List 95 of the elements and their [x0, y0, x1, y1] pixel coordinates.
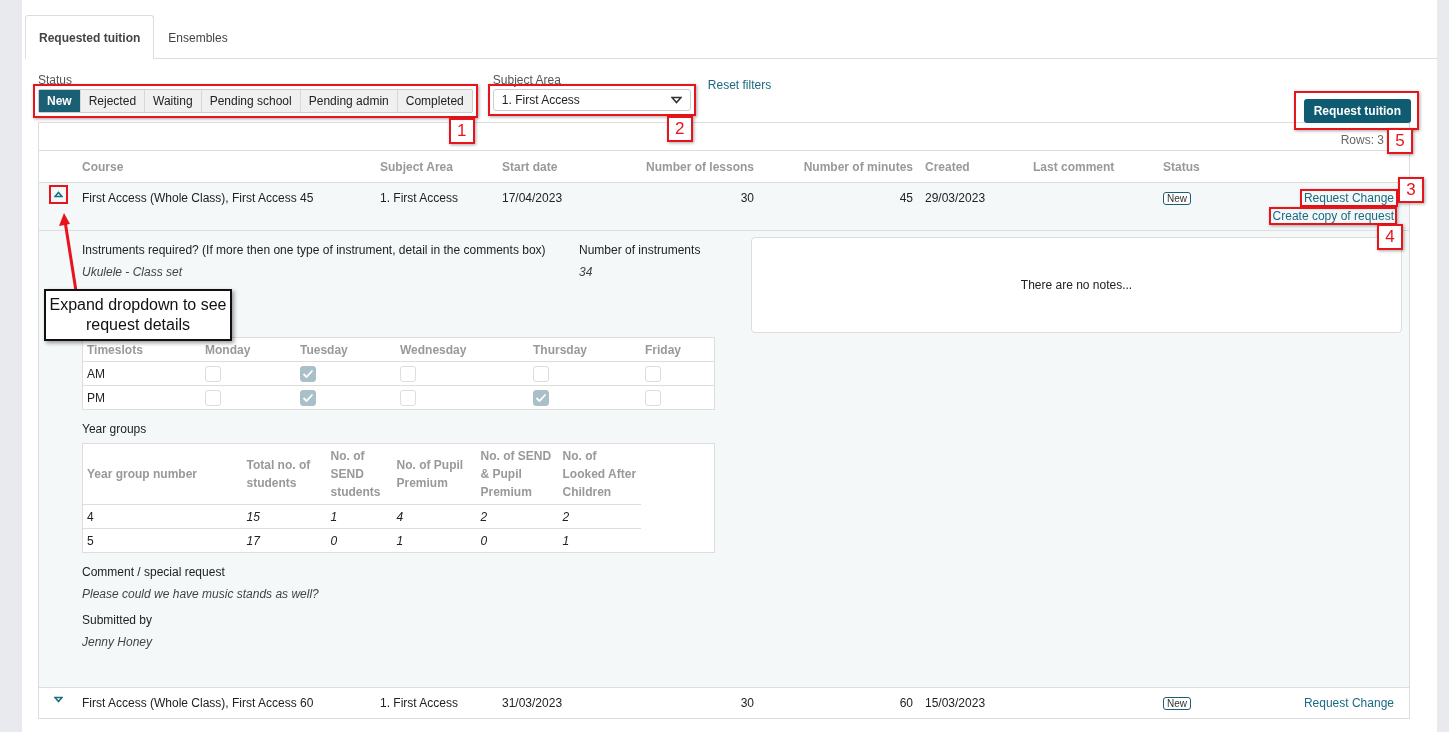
status-filter-button[interactable]: Rejected [79, 90, 145, 112]
row-action-link[interactable]: Request Change [1303, 191, 1394, 205]
annotation-number: 3 [1398, 177, 1424, 203]
table-cell: 4 [396, 509, 404, 524]
column-header: Tuesday [296, 337, 396, 362]
checkmark-icon [302, 392, 314, 403]
column-header: Friday [641, 337, 715, 362]
table-cell: 5 [87, 533, 94, 548]
row-count: Rows: 3 [1340, 133, 1384, 147]
column-header: Subject Area [379, 159, 454, 174]
row-action-link[interactable]: Request Change [1303, 696, 1394, 710]
column-header: No. of Looked After Children [558, 443, 641, 505]
filter-label: Subject Area [492, 73, 562, 87]
table-cell: 2 [480, 509, 488, 524]
table-cell-text: 30 [739, 191, 755, 205]
table-cell: AM [87, 366, 105, 381]
column-header: Total no. of students [242, 443, 327, 505]
table-cell: 17 [246, 533, 260, 548]
filter-label: Status [38, 73, 74, 87]
table-cell: 1 [562, 533, 570, 548]
table-cell-text: First Access (Whole Class), First Access 45 [81, 191, 315, 205]
annotation-number: 2 [666, 116, 693, 142]
column-header: Thursday [529, 337, 641, 362]
tab[interactable]: Ensembles [154, 15, 242, 58]
status-filter-button[interactable]: Pending school [200, 90, 300, 112]
status-filter-button[interactable]: Pending admin [299, 90, 397, 112]
field-value: Jenny Honey [82, 635, 154, 649]
column-header: No. of SEND students [326, 443, 393, 505]
table-cell: 0 [480, 533, 488, 548]
column-header: Last comment [1032, 159, 1116, 174]
field-value: Ukulele - Class set [82, 265, 184, 279]
table-cell: 0 [330, 533, 338, 548]
column-header: Start date [501, 159, 559, 174]
annotation-number: 5 [1387, 128, 1413, 154]
callout-box: Expand dropdown to see request details [44, 289, 232, 341]
checkbox[interactable] [533, 389, 549, 406]
expand-toggle-icon[interactable] [54, 696, 63, 703]
column-header: Year group number [82, 443, 243, 505]
subject-area-dropdown[interactable]: 1. First Access [492, 89, 691, 111]
field-label: Number of instruments [579, 243, 701, 257]
table-cell: 15 [246, 509, 260, 524]
checkbox[interactable] [400, 365, 416, 382]
table-cell-text: 29/03/2023 [924, 191, 987, 205]
checkbox[interactable] [645, 389, 661, 406]
field-value: Please could we have music stands as well? [82, 587, 320, 601]
caret-icon [670, 96, 682, 104]
table-cell: 2 [562, 509, 570, 524]
column-header: Number of minutes [802, 159, 914, 174]
table-cell-text: 1. First Access [379, 696, 460, 710]
request-tuition-button[interactable]: Request tuition [1303, 99, 1411, 123]
status-badge: New [1163, 192, 1191, 205]
table-cell: 1 [330, 509, 338, 524]
checkbox[interactable] [300, 389, 316, 406]
status-filter-button[interactable]: Completed [396, 90, 472, 112]
column-header: No. of SEND & Pupil Premium [476, 443, 559, 505]
annotation-number: 1 [448, 118, 475, 144]
column-header: Status [1162, 159, 1201, 174]
field-label: Instruments required? (If more then one type of instrument, detail in the comments box) [82, 243, 547, 257]
table-cell: PM [87, 390, 105, 405]
column-header: Number of lessons [644, 159, 755, 174]
expand-toggle-icon[interactable] [54, 191, 63, 198]
checkbox[interactable] [645, 365, 661, 382]
field-value: 34 [579, 265, 594, 279]
column-header: No. of Pupil Premium [392, 443, 477, 505]
table-cell-text: 30 [739, 696, 755, 710]
table-cell-text: 60 [898, 696, 914, 710]
checkbox[interactable] [205, 365, 221, 382]
table-cell: 1 [396, 533, 404, 548]
checkmark-icon [302, 368, 314, 379]
column-header: Created [924, 159, 971, 174]
notes-empty-text: There are no notes... [1020, 278, 1133, 292]
table-cell-text: 15/03/2023 [924, 696, 987, 710]
status-filter-button[interactable]: New [39, 90, 80, 112]
status-filter-button[interactable]: Waiting [144, 90, 201, 112]
annotation-number: 4 [1377, 224, 1403, 250]
checkbox[interactable] [400, 389, 416, 406]
column-header: Course [81, 159, 125, 174]
tab[interactable]: Requested tuition [25, 15, 155, 59]
row-action-link[interactable]: Create copy of request [1272, 209, 1394, 223]
checkbox[interactable] [300, 365, 316, 382]
field-label: Comment / special request [82, 565, 226, 579]
column-header: Wednesday [396, 337, 529, 362]
checkbox[interactable] [533, 365, 549, 382]
table-cell-text: 31/03/2023 [501, 696, 564, 710]
table-cell-text: 45 [898, 191, 914, 205]
field-label: Submitted by [82, 613, 154, 627]
table-cell-text: 1. First Access [379, 191, 460, 205]
checkbox[interactable] [205, 389, 221, 406]
status-badge: New [1163, 697, 1191, 710]
table-cell: 4 [87, 509, 94, 524]
section-label: Year groups [82, 422, 148, 436]
table-cell-text: 17/04/2023 [501, 191, 564, 205]
checkmark-icon [535, 392, 547, 403]
table-cell-text: First Access (Whole Class), First Access 60 [81, 696, 315, 710]
reset-filters-link[interactable]: Reset filters [707, 78, 772, 92]
